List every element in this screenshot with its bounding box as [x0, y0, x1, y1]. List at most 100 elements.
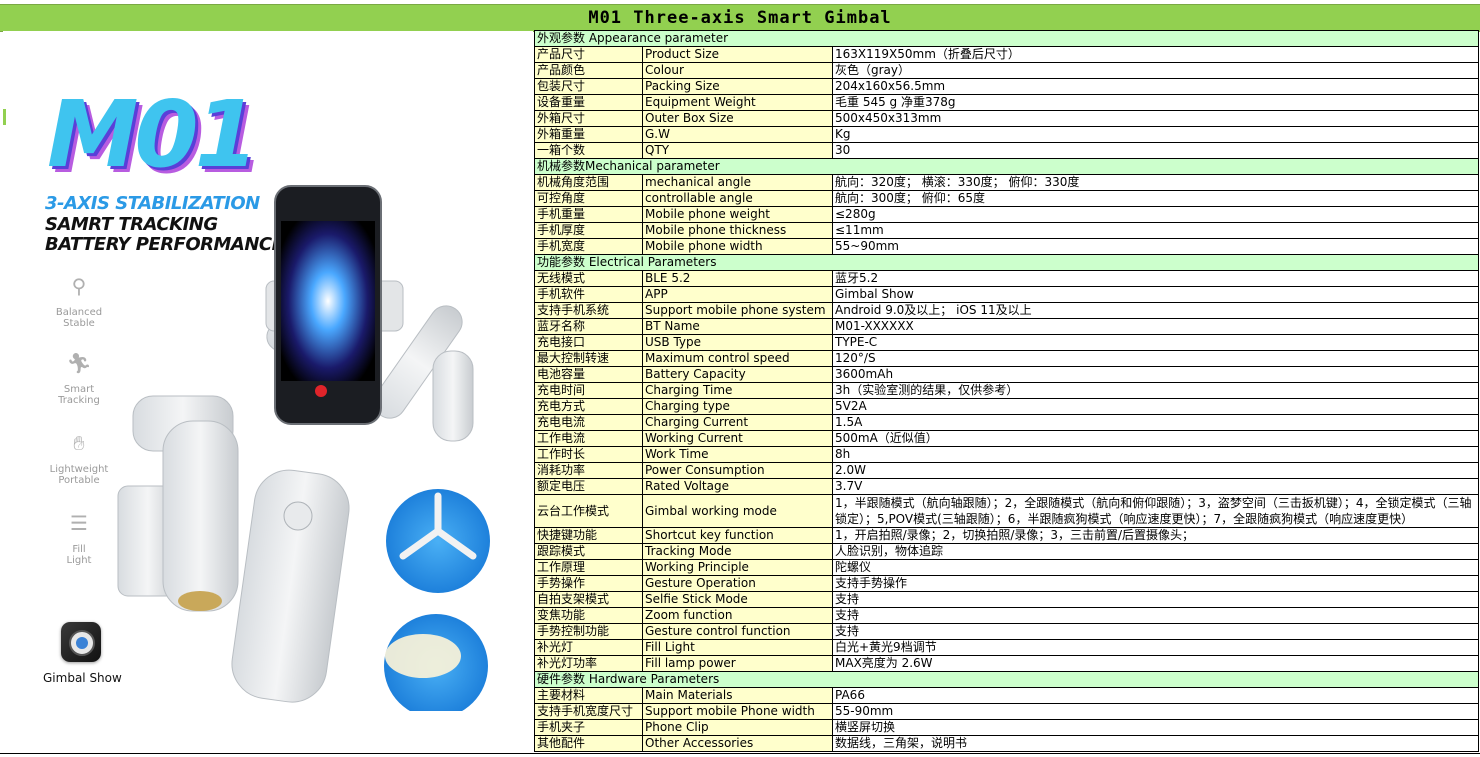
param-value[interactable]: 163X119X50mm（折叠后尺寸） [831, 46, 1480, 63]
param-name-en[interactable]: APP [642, 286, 833, 303]
param-value[interactable]: 5V2A [831, 398, 1480, 415]
param-name-cn[interactable]: 云台工作模式 [534, 494, 643, 528]
param-name-en[interactable]: mechanical angle [642, 174, 833, 191]
param-name-cn[interactable]: 手机软件 [534, 286, 643, 303]
param-value[interactable]: M01-XXXXXX [831, 318, 1480, 335]
param-name-en[interactable]: Mobile phone thickness [642, 222, 833, 239]
param-name-cn[interactable]: 充电电流 [534, 414, 643, 431]
param-name-en[interactable]: controllable angle [642, 190, 833, 207]
param-name-cn[interactable]: 补光灯 [534, 639, 643, 656]
param-name-cn[interactable]: 额定电压 [534, 478, 643, 495]
param-name-en[interactable]: Phone Clip [642, 719, 833, 736]
param-value[interactable]: 1，半跟随模式（航向轴跟随）；2，全跟随模式（航向和俯仰跟随）；3，盗梦空间（三… [831, 494, 1480, 528]
param-name-cn[interactable]: 外箱重量 [534, 126, 643, 143]
param-name-en[interactable]: Charging Current [642, 414, 833, 431]
param-name-cn[interactable]: 变焦功能 [534, 607, 643, 624]
param-value[interactable]: 500mA（近似值） [831, 430, 1480, 447]
param-value[interactable]: Kg [831, 126, 1480, 143]
param-name-en[interactable]: Support mobile Phone width [642, 703, 833, 720]
param-value[interactable]: ≤11mm [831, 222, 1480, 239]
param-name-cn[interactable]: 自拍支架模式 [534, 591, 643, 608]
param-name-en[interactable]: Product Size [642, 46, 833, 63]
param-name-en[interactable]: Work Time [642, 446, 833, 463]
param-value[interactable]: 航向：320度； 横滚：330度； 俯仰：330度 [831, 174, 1480, 191]
param-value[interactable]: 500x450x313mm [831, 110, 1480, 127]
param-name-en[interactable]: Fill lamp power [642, 655, 833, 672]
param-name-cn[interactable]: 最大控制转速 [534, 350, 643, 367]
param-name-cn[interactable]: 手势操作 [534, 575, 643, 592]
param-name-cn[interactable]: 充电接口 [534, 334, 643, 351]
param-name-cn[interactable]: 支持手机宽度尺寸 [534, 703, 643, 720]
param-name-cn[interactable]: 手机重量 [534, 206, 643, 223]
param-name-cn[interactable]: 电池容量 [534, 366, 643, 383]
param-name-cn[interactable]: 工作时长 [534, 446, 643, 463]
param-name-en[interactable]: G.W [642, 126, 833, 143]
param-value[interactable]: 航向：300度； 俯仰：65度 [831, 190, 1480, 207]
param-value[interactable]: 8h [831, 446, 1480, 463]
param-name-en[interactable]: Charging type [642, 398, 833, 415]
param-name-en[interactable]: Support mobile phone system [642, 302, 833, 319]
param-name-cn[interactable]: 蓝牙名称 [534, 318, 643, 335]
param-name-cn[interactable]: 手机夹子 [534, 719, 643, 736]
param-name-cn[interactable]: 工作电流 [534, 430, 643, 447]
section-title[interactable]: 功能参数 Electrical Parameters [533, 254, 1480, 271]
param-name-cn[interactable]: 支持手机系统 [534, 302, 643, 319]
param-name-cn[interactable]: 包装尺寸 [534, 78, 643, 95]
param-value[interactable]: 陀螺仪 [831, 559, 1480, 576]
param-name-cn[interactable]: 设备重量 [534, 94, 643, 111]
param-name-cn[interactable]: 快捷键功能 [534, 527, 643, 544]
param-value[interactable]: MAX亮度为 2.6W [831, 655, 1480, 672]
param-name-cn[interactable]: 主要材料 [534, 687, 643, 704]
param-name-en[interactable]: Gimbal working mode [642, 494, 833, 528]
param-name-en[interactable]: Charging Time [642, 382, 833, 399]
param-value[interactable]: 蓝牙5.2 [831, 270, 1480, 287]
param-value[interactable]: 支持 [831, 607, 1480, 624]
param-name-en[interactable]: Battery Capacity [642, 366, 833, 383]
param-name-cn[interactable]: 产品颜色 [534, 62, 643, 79]
param-name-cn[interactable]: 手机宽度 [534, 238, 643, 255]
param-name-cn[interactable]: 手势控制功能 [534, 623, 643, 640]
param-value[interactable]: ≤280g [831, 206, 1480, 223]
param-value[interactable]: 支持手势操作 [831, 575, 1480, 592]
param-value[interactable]: 毛重 545 g 净重378g [831, 94, 1480, 111]
param-name-en[interactable]: Working Principle [642, 559, 833, 576]
param-name-cn[interactable]: 产品尺寸 [534, 46, 643, 63]
param-name-en[interactable]: Mobile phone width [642, 238, 833, 255]
param-name-cn[interactable]: 其他配件 [534, 735, 643, 752]
param-name-en[interactable]: BLE 5.2 [642, 270, 833, 287]
param-value[interactable]: 120°/S [831, 350, 1480, 367]
param-value[interactable]: Android 9.0及以上； iOS 11及以上 [831, 302, 1480, 319]
param-name-cn[interactable]: 外箱尺寸 [534, 110, 643, 127]
param-value[interactable]: 支持 [831, 591, 1480, 608]
param-name-en[interactable]: Main Materials [642, 687, 833, 704]
param-value[interactable]: 55-90mm [831, 703, 1480, 720]
param-value[interactable]: 横竖屏切换 [831, 719, 1480, 736]
param-name-en[interactable]: Selfie Stick Mode [642, 591, 833, 608]
param-name-en[interactable]: BT Name [642, 318, 833, 335]
param-name-cn[interactable]: 工作原理 [534, 559, 643, 576]
param-value[interactable]: 人脸识别，物体追踪 [831, 543, 1480, 560]
section-title[interactable]: 外观参数 Appearance parameter [533, 30, 1480, 47]
param-name-en[interactable]: Mobile phone weight [642, 206, 833, 223]
param-name-en[interactable]: Fill Light [642, 639, 833, 656]
param-name-cn[interactable]: 机械角度范围 [534, 174, 643, 191]
param-value[interactable]: 204x160x56.5mm [831, 78, 1480, 95]
param-name-cn[interactable]: 充电时间 [534, 382, 643, 399]
param-value[interactable]: TYPE-C [831, 334, 1480, 351]
param-value[interactable]: 白光+黄光9档调节 [831, 639, 1480, 656]
param-name-en[interactable]: Rated Voltage [642, 478, 833, 495]
param-value[interactable]: 55~90mm [831, 238, 1480, 255]
param-value[interactable]: Gimbal Show [831, 286, 1480, 303]
param-value[interactable]: 30 [831, 142, 1480, 159]
param-name-cn[interactable]: 充电方式 [534, 398, 643, 415]
param-value[interactable]: 1.5A [831, 414, 1480, 431]
param-value[interactable]: PA66 [831, 687, 1480, 704]
param-name-en[interactable]: Gesture control function [642, 623, 833, 640]
param-name-en[interactable]: Working Current [642, 430, 833, 447]
param-name-en[interactable]: USB Type [642, 334, 833, 351]
param-value[interactable]: 3600mAh [831, 366, 1480, 383]
param-value[interactable]: 3h（实验室测的结果，仅供参考） [831, 382, 1480, 399]
param-value[interactable]: 支持 [831, 623, 1480, 640]
param-name-en[interactable]: Equipment Weight [642, 94, 833, 111]
param-name-cn[interactable]: 补光灯功率 [534, 655, 643, 672]
